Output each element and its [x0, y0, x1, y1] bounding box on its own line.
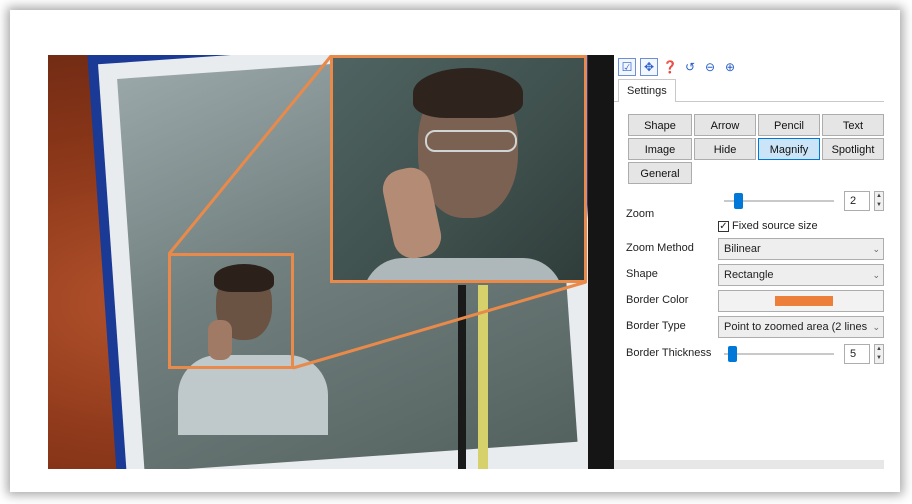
zoom-method-select[interactable]: Bilinear ⌄	[718, 238, 884, 260]
arrow-tool-button[interactable]: Arrow	[694, 114, 756, 136]
tab-strip: Settings	[614, 79, 884, 103]
border-type-select[interactable]: Point to zoomed area (2 lines ⌄	[718, 316, 884, 338]
panel-bottom-bar	[614, 460, 884, 469]
magnify-source-box[interactable]	[168, 253, 294, 369]
shape-label: Shape	[626, 268, 658, 280]
spin-up-icon[interactable]: ▲	[875, 345, 883, 354]
shape-select[interactable]: Rectangle ⌄	[718, 264, 884, 286]
border-type-value: Point to zoomed area (2 lines	[724, 321, 868, 333]
border-type-label: Border Type	[626, 320, 686, 332]
zoom-label: Zoom	[626, 208, 655, 220]
photo-edge-shadow	[588, 55, 614, 469]
border-thickness-value-input[interactable]: 5	[844, 344, 870, 364]
border-thickness-slider-thumb[interactable]	[728, 346, 737, 362]
zoom-value-input[interactable]: 2	[844, 191, 870, 211]
border-thickness-slider-track	[724, 353, 834, 355]
zoom-spinner[interactable]: ▲ ▼	[874, 191, 884, 211]
zoom-slider[interactable]	[724, 191, 834, 211]
magnify-zoomed-area[interactable]	[330, 55, 587, 283]
fixed-source-size-checkbox[interactable]: ✓ Fixed source size	[718, 220, 818, 232]
chevron-down-icon: ⌄	[872, 270, 880, 280]
zoom-method-label: Zoom Method	[626, 242, 694, 254]
zoom-slider-thumb[interactable]	[734, 193, 743, 209]
border-color-picker[interactable]	[718, 290, 884, 312]
select-tool-icon[interactable]: ✥	[640, 58, 658, 76]
magnify-tool-button[interactable]: Magnify	[758, 138, 820, 160]
zoomed-hair	[413, 68, 523, 118]
settings-panel: ☑ ✥ ❓ ↺ ⊖ ⊕ Settings Shape Arrow Pencil …	[614, 55, 884, 469]
border-color-label: Border Color	[626, 294, 689, 306]
back-icon[interactable]: ⊖	[702, 59, 718, 75]
tab-settings[interactable]: Settings	[618, 79, 676, 103]
zoomed-glasses	[425, 130, 517, 152]
pencil-tool-button[interactable]: Pencil	[758, 114, 820, 136]
zoomed-body	[363, 258, 563, 280]
spin-down-icon[interactable]: ▼	[875, 201, 883, 210]
fixed-source-size-label: Fixed source size	[732, 220, 818, 232]
shape-value: Rectangle	[724, 269, 774, 281]
image-tool-button[interactable]: Image	[628, 138, 692, 160]
checkbox-icon[interactable]: ☑	[618, 58, 636, 76]
shape-tool-button[interactable]: Shape	[628, 114, 692, 136]
undo-icon[interactable]: ↺	[682, 59, 698, 75]
general-tool-button[interactable]: General	[628, 162, 692, 184]
settings-content: Shape Arrow Pencil Text Image Hide Magni…	[614, 102, 884, 460]
hide-tool-button[interactable]: Hide	[694, 138, 756, 160]
photo-stripe	[458, 285, 466, 469]
checkbox-checked-icon[interactable]: ✓	[718, 220, 729, 232]
panel-toolbar: ☑ ✥ ❓ ↺ ⊖ ⊕	[618, 57, 738, 77]
help-icon[interactable]: ❓	[662, 59, 678, 75]
border-color-swatch	[775, 296, 833, 306]
photo-stripe	[478, 285, 488, 469]
border-thickness-spinner[interactable]: ▲ ▼	[874, 344, 884, 364]
forward-icon[interactable]: ⊕	[722, 59, 738, 75]
chevron-down-icon: ⌄	[872, 244, 880, 254]
border-thickness-slider[interactable]	[724, 344, 834, 364]
zoom-method-value: Bilinear	[724, 243, 761, 255]
spin-up-icon[interactable]: ▲	[875, 192, 883, 201]
spin-down-icon[interactable]: ▼	[875, 354, 883, 363]
text-tool-button[interactable]: Text	[822, 114, 884, 136]
chevron-down-icon: ⌄	[872, 322, 880, 332]
spotlight-tool-button[interactable]: Spotlight	[822, 138, 884, 160]
border-thickness-label: Border Thickness	[626, 347, 712, 359]
image-canvas[interactable]	[48, 55, 614, 469]
